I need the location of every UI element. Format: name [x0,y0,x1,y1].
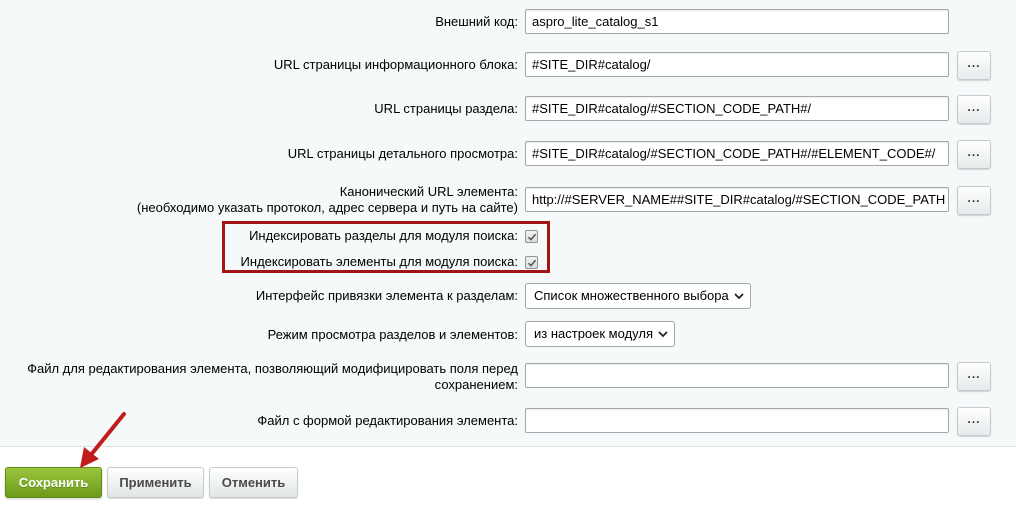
chevron-down-icon [734,293,744,300]
edit-file-label-line1: Файл для редактирования элемента, позвол… [27,361,518,376]
canonical-url-browse-button[interactable]: ... [957,186,991,215]
view-mode-select[interactable]: из настроек модуля [525,321,675,347]
external-code-input[interactable]: aspro_lite_catalog_s1 [525,9,949,34]
iblock-url-input[interactable]: #SITE_DIR#catalog/ [525,52,949,77]
chevron-down-icon [658,331,668,338]
canonical-url-label-title: Канонический URL элемента: [339,184,518,199]
edit-file-label: Файл для редактирования элемента, позвол… [27,361,518,393]
edit-file-label-line2: сохранением: [434,377,518,392]
edit-form-file-browse-button[interactable]: ... [957,407,991,436]
settings-form: Внешний код: aspro_lite_catalog_s1 URL с… [0,0,1016,446]
section-binding-selected: Список множественного выбора [534,288,729,303]
edit-form-file-input[interactable] [525,408,949,433]
section-url-label: URL страницы раздела: [374,101,518,116]
edit-file-browse-button[interactable]: ... [957,362,991,391]
detail-url-browse-button[interactable]: ... [957,140,991,169]
cancel-button[interactable]: Отменить [209,467,298,498]
apply-button[interactable]: Применить [107,467,204,498]
detail-url-label: URL страницы детального просмотра: [287,146,518,161]
iblock-url-label: URL страницы информационного блока: [273,57,518,72]
edit-form-file-label: Файл с формой редактирования элемента: [257,413,518,428]
save-button[interactable]: Сохранить [5,467,102,498]
iblock-url-browse-button[interactable]: ... [957,51,991,80]
section-binding-label: Интерфейс привязки элемента к разделам: [255,288,518,303]
view-mode-selected: из настроек модуля [534,326,653,341]
section-binding-select[interactable]: Список множественного выбора [525,283,751,309]
external-code-label: Внешний код: [435,14,518,29]
form-footer: Сохранить Применить Отменить [0,446,1016,507]
canonical-url-label-hint: (необходимо указать протокол, адрес серв… [136,200,518,215]
detail-url-input[interactable]: #SITE_DIR#catalog/#SECTION_CODE_PATH#/#E… [525,141,949,166]
section-url-input[interactable]: #SITE_DIR#catalog/#SECTION_CODE_PATH#/ [525,96,949,121]
view-mode-label: Режим просмотра разделов и элементов: [267,327,518,342]
canonical-url-label: Канонический URL элемента: (необходимо у… [137,184,518,216]
edit-file-input[interactable] [525,363,949,388]
highlight-annotation-box [222,221,550,273]
section-url-browse-button[interactable]: ... [957,95,991,124]
canonical-url-input[interactable]: http://#SERVER_NAME##SITE_DIR#catalog/#S… [525,187,949,212]
